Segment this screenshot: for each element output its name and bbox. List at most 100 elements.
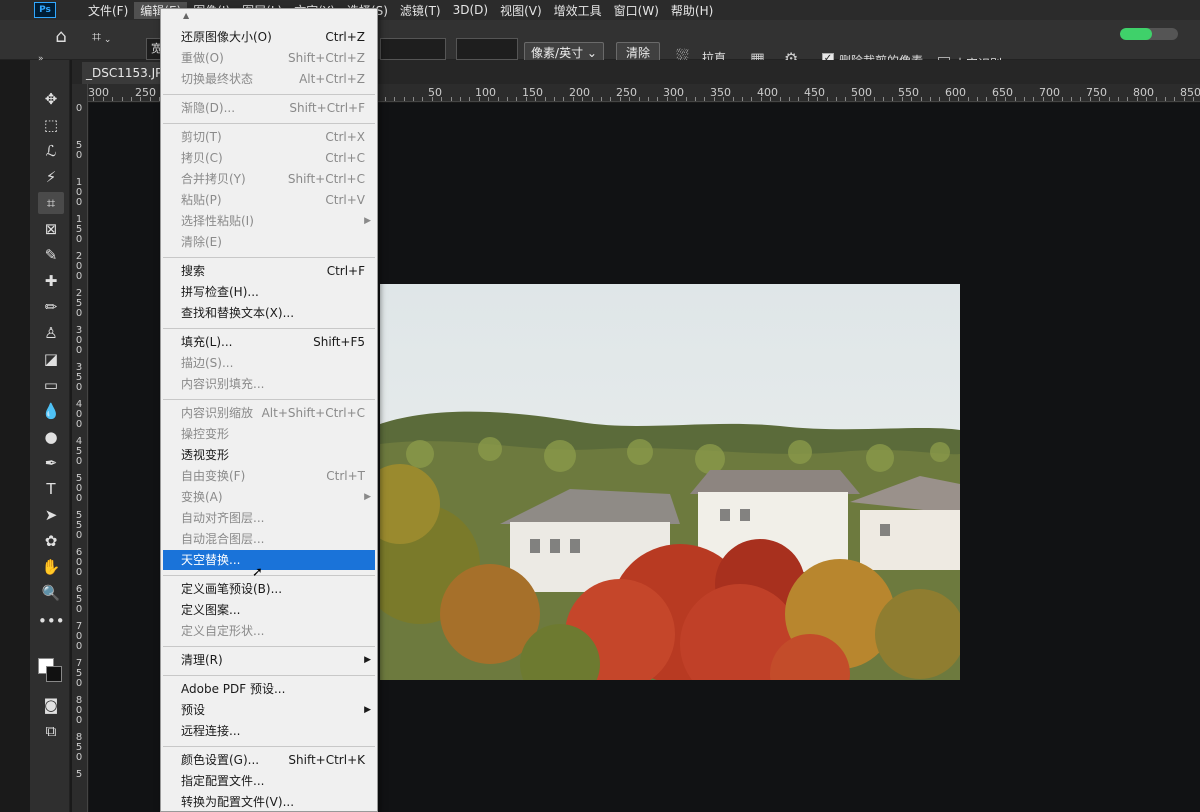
edit-menu-item[interactable]: 合并拷贝(Y) Shift+Ctrl+C [163,169,375,189]
edit-menu-item[interactable]: 选择性粘贴(I) ▶ [163,211,375,231]
menu-plugins[interactable]: 增效工具 [548,2,608,19]
ruler-tick [422,97,423,101]
edit-menu-item[interactable]: 填充(L)... Shift+F5 [163,332,375,352]
edit-menu-item[interactable]: 定义自定形状... [163,621,375,641]
menu-item-shortcut: Ctrl+C [325,151,365,165]
menu-item-label: 指定配置文件... [181,774,265,788]
ruler-tick [902,97,903,101]
clone-stamp-icon[interactable]: ♙ [38,322,64,344]
background-color-swatch[interactable] [46,666,62,682]
scroll-up-icon[interactable]: ▲ [183,11,189,20]
ruler-label: 850 [1180,86,1200,99]
edit-menu-item[interactable]: 操控变形 [163,424,375,444]
edit-menu-item[interactable]: 自动混合图层... [163,529,375,549]
edit-menu-item[interactable]: 拷贝(C) Ctrl+C [163,148,375,168]
edit-menu-item[interactable]: 重做(O) Shift+Ctrl+Z [163,48,375,68]
ruler-label: 5 0 [75,140,83,161]
edit-menu-item[interactable]: 内容识别填充... [163,374,375,394]
edit-menu-item[interactable]: 转换为配置文件(V)... [163,792,375,812]
ruler-tick [1062,97,1063,101]
brush-icon[interactable]: ✏ [38,296,64,318]
ruler-tick [441,97,442,101]
pen-icon[interactable]: ✒ [38,452,64,474]
edit-menu-item[interactable]: 描边(S)... [163,353,375,373]
menu-3d[interactable]: 3D(D) [447,3,494,17]
ruler-tick [921,97,922,101]
hand-icon[interactable]: ✋ [38,556,64,578]
edit-menu-item[interactable]: 自动对齐图层... [163,508,375,528]
quick-mask-icon[interactable]: ◙ [38,694,64,716]
eyedropper-icon[interactable]: ✎ [38,244,64,266]
progress-indicator [1120,28,1178,40]
resolution-value-field[interactable] [456,38,518,60]
edit-menu-item[interactable]: Adobe PDF 预设... [163,679,375,699]
menu-filter[interactable]: 滤镜(T) [394,2,447,19]
edit-menu-item[interactable]: 远程连接... [163,721,375,741]
edit-menu-item[interactable]: 渐隐(D)... Shift+Ctrl+F [163,98,375,118]
ruler-tick [676,97,677,101]
blur-icon[interactable]: 💧 [38,400,64,422]
edit-menu-item[interactable]: 清除(E) [163,232,375,252]
home-icon[interactable]: ⌂ [50,26,72,48]
menu-separator [163,746,375,747]
crop-icon[interactable]: ⌗ [38,192,64,214]
edit-menu-item[interactable]: 天空替换... [163,550,375,570]
edit-menu-item[interactable]: 还原图像大小(O) Ctrl+Z [163,27,375,47]
shape-icon[interactable]: ✿ [38,530,64,552]
edit-menu-item[interactable]: 拼写检查(H)... [163,282,375,302]
menu-window[interactable]: 窗口(W) [608,2,665,19]
edit-menu-item[interactable]: 切换最终状态 Alt+Ctrl+Z [163,69,375,89]
edit-menu-item[interactable]: 定义图案... [163,600,375,620]
eraser-icon[interactable]: ◪ [38,348,64,370]
magic-wand-icon[interactable]: ⚡ [38,166,64,188]
edit-menu-item[interactable]: 查找和替换文本(X)... [163,303,375,323]
ruler-tick [507,97,508,101]
lasso-icon[interactable]: ℒ [38,140,64,162]
menu-item-label: 切换最终状态 [181,72,254,86]
left-ruler: 0 5 0 1 0 0 1 5 0 2 0 0 2 5 0 3 0 0 3 5 0 4 0 0 4… [72,84,88,812]
ruler-tick [629,97,630,101]
ruler-tick [789,97,790,101]
edit-menu-item[interactable]: 预设 ▶ [163,700,375,720]
edit-menu-item[interactable]: 内容识别缩放 Alt+Shift+Ctrl+C [163,403,375,423]
edit-menu-item[interactable]: 变换(A) ▶ [163,487,375,507]
marquee-icon[interactable]: ⬚ [38,114,64,136]
frame-icon[interactable]: ⊠ [38,218,64,240]
type-icon[interactable]: T [38,478,64,500]
menu-view[interactable]: 视图(V) [494,2,548,19]
edit-menu-item[interactable]: 定义画笔预设(B)... [163,579,375,599]
screen-mode-icon[interactable]: ⧉ [38,720,64,742]
ruler-tick [516,97,517,101]
gradient-icon[interactable]: ▭ [38,374,64,396]
document-image[interactable] [380,284,960,680]
ruler-tick [770,97,771,101]
menu-item-label: 合并拷贝(Y) [181,172,246,186]
ruler-tick [751,97,752,101]
zoom-icon[interactable]: 🔍 [38,582,64,604]
ruler-tick [892,97,893,101]
path-selection-icon[interactable]: ➤ [38,504,64,526]
edit-menu-item[interactable]: 粘贴(P) Ctrl+V [163,190,375,210]
edit-menu-item[interactable]: 清理(R) ▶ [163,650,375,670]
collapse-icon[interactable]: » [38,54,44,64]
healing-brush-icon[interactable]: ✚ [38,270,64,292]
edit-menu-item[interactable]: 搜索 Ctrl+F [163,261,375,281]
edit-menu-item[interactable]: 颜色设置(G)... Shift+Ctrl+K [163,750,375,770]
ruler-tick [479,97,480,101]
menu-file[interactable]: 文件(F) [82,2,134,19]
ruler-tick [140,97,141,101]
dodge-icon[interactable]: ● [38,426,64,448]
resolution-field[interactable] [380,38,446,60]
more-tools-icon[interactable]: ••• [38,610,65,632]
menu-help[interactable]: 帮助(H) [665,2,719,19]
edit-menu-item[interactable]: 透视变形 [163,445,375,465]
menu-item-label: 变换(A) [181,490,223,504]
move-icon[interactable]: ✥ [38,88,64,110]
ruler-label: 3 5 0 [75,362,83,393]
edit-menu-item[interactable]: 剪切(T) Ctrl+X [163,127,375,147]
ruler-tick [968,97,969,101]
edit-menu-item[interactable]: 指定配置文件... [163,771,375,791]
crop-preset-icon[interactable]: ⌗ ⌄ [92,26,126,48]
edit-menu-item[interactable]: 自由变换(F) Ctrl+T [163,466,375,486]
menu-item-label: 自动混合图层... [181,532,265,546]
